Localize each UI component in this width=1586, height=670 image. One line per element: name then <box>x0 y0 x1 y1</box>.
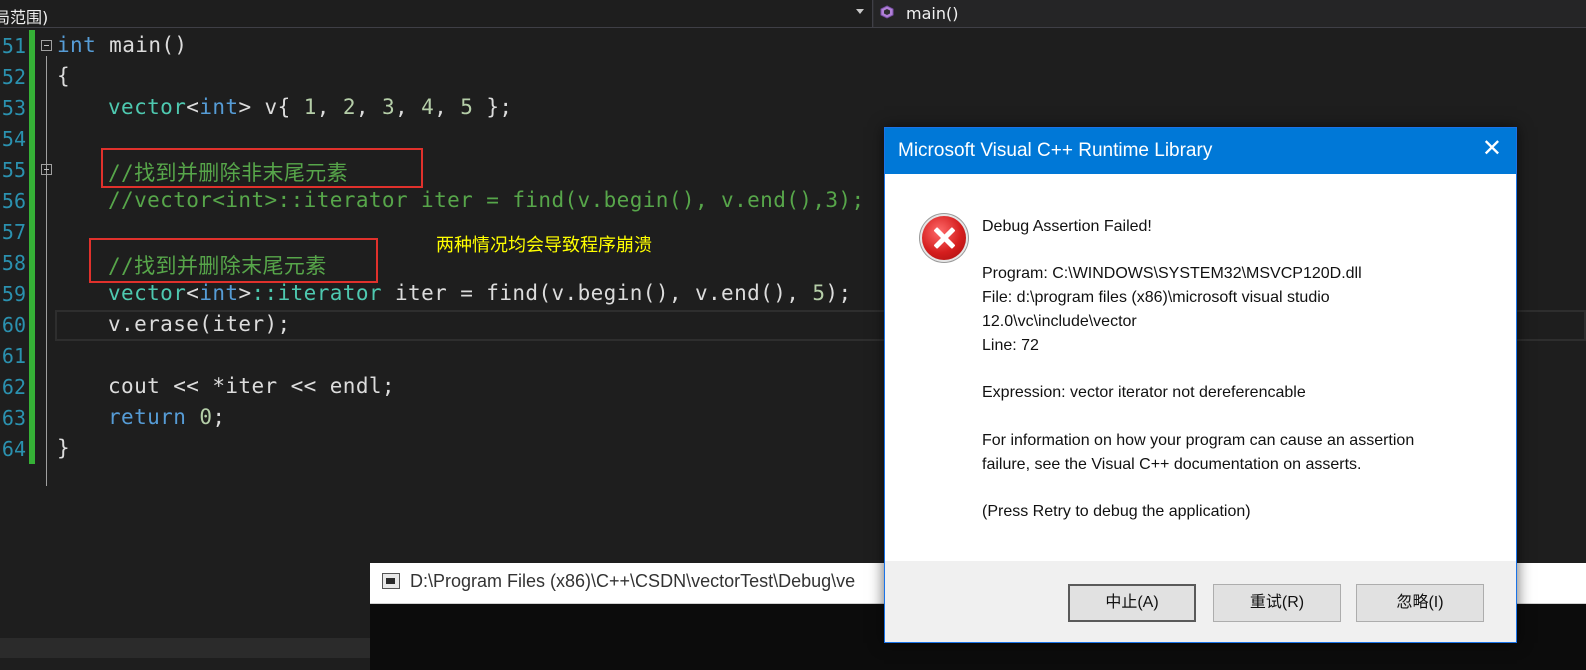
code-line: 52 { <box>0 61 1586 92</box>
line-number: 56 <box>1 189 26 213</box>
code-text: cout << *iter << endl; <box>108 374 395 398</box>
chevron-down-icon[interactable] <box>856 9 864 14</box>
code-line: 51 int main() <box>0 30 1586 61</box>
scope-dropdown[interactable]: 局范围) <box>0 0 873 27</box>
retry-button[interactable]: 重试(R) <box>1213 584 1341 622</box>
horizontal-scrollbar[interactable] <box>0 638 370 658</box>
retry-hint: (Press Retry to debug the application) <box>982 503 1251 520</box>
line-number: 61 <box>1 344 26 368</box>
expression-text: Expression: vector iterator not derefere… <box>982 384 1306 401</box>
code-text: vector<int> v{ 1, 2, 3, 4, 5 }; <box>108 95 513 119</box>
line-number-text: Line: 72 <box>982 337 1039 354</box>
line-number: 55 <box>1 158 26 182</box>
method-icon <box>880 5 894 19</box>
line-number: 62 <box>1 375 26 399</box>
navigation-bar: 局范围) main() <box>0 0 1586 28</box>
code-text: } <box>57 436 71 460</box>
error-icon <box>922 216 966 260</box>
code-line: 53 vector<int> v{ 1, 2, 3, 4, 5 }; <box>0 92 1586 123</box>
code-text: { <box>57 64 71 88</box>
function-dropdown[interactable]: main() <box>874 0 1586 27</box>
console-icon <box>382 573 400 589</box>
highlight-box-nonlast <box>101 148 423 188</box>
abort-button[interactable]: 中止(A) <box>1068 584 1196 622</box>
function-label: main() <box>906 4 959 23</box>
line-number: 54 <box>1 127 26 151</box>
line-number: 53 <box>1 96 26 120</box>
line-number: 59 <box>1 282 26 306</box>
dialog-titlebar[interactable]: Microsoft Visual C++ Runtime Library ✕ <box>885 128 1516 174</box>
highlight-box-last <box>89 238 378 283</box>
line-number: 58 <box>1 251 26 275</box>
code-text: return 0; <box>108 405 226 429</box>
ignore-button[interactable]: 忽略(I) <box>1356 584 1484 622</box>
assertion-heading: Debug Assertion Failed! <box>982 218 1152 235</box>
scope-label: 局范围) <box>0 8 49 27</box>
crash-annotation: 两种情况均会导致程序崩溃 <box>436 235 652 256</box>
code-text: vector<int>::iterator iter = find(v.begi… <box>108 281 852 305</box>
file-path-line2: 12.0\vc\include\vector <box>982 313 1137 330</box>
comment-text: //vector<int>::iterator iter = find(v.be… <box>108 188 865 212</box>
line-number: 63 <box>1 406 26 430</box>
code-text: int main() <box>57 33 188 57</box>
line-number: 60 <box>1 313 26 337</box>
collapse-icon[interactable] <box>41 40 52 51</box>
close-icon[interactable]: ✕ <box>1482 137 1502 161</box>
collapse-icon[interactable] <box>41 164 52 175</box>
info-text-line2: failure, see the Visual C++ documentatio… <box>982 456 1362 473</box>
file-path-line1: File: d:\program files (x86)\microsoft v… <box>982 289 1330 306</box>
code-text: v.erase(iter); <box>108 312 291 336</box>
line-number: 52 <box>1 65 26 89</box>
dialog-footer: 中止(A) 重试(R) 忽略(I) <box>885 561 1516 642</box>
program-path: Program: C:\WINDOWS\SYSTEM32\MSVCP120D.d… <box>982 265 1362 282</box>
line-number: 51 <box>1 34 26 58</box>
line-number: 57 <box>1 220 26 244</box>
info-text-line1: For information on how your program can … <box>982 432 1415 449</box>
line-number: 64 <box>1 437 26 461</box>
dialog-title: Microsoft Visual C++ Runtime Library <box>898 140 1213 161</box>
console-title: D:\Program Files (x86)\C++\CSDN\vectorTe… <box>410 571 856 591</box>
runtime-error-dialog[interactable]: Microsoft Visual C++ Runtime Library ✕ D… <box>884 127 1517 643</box>
